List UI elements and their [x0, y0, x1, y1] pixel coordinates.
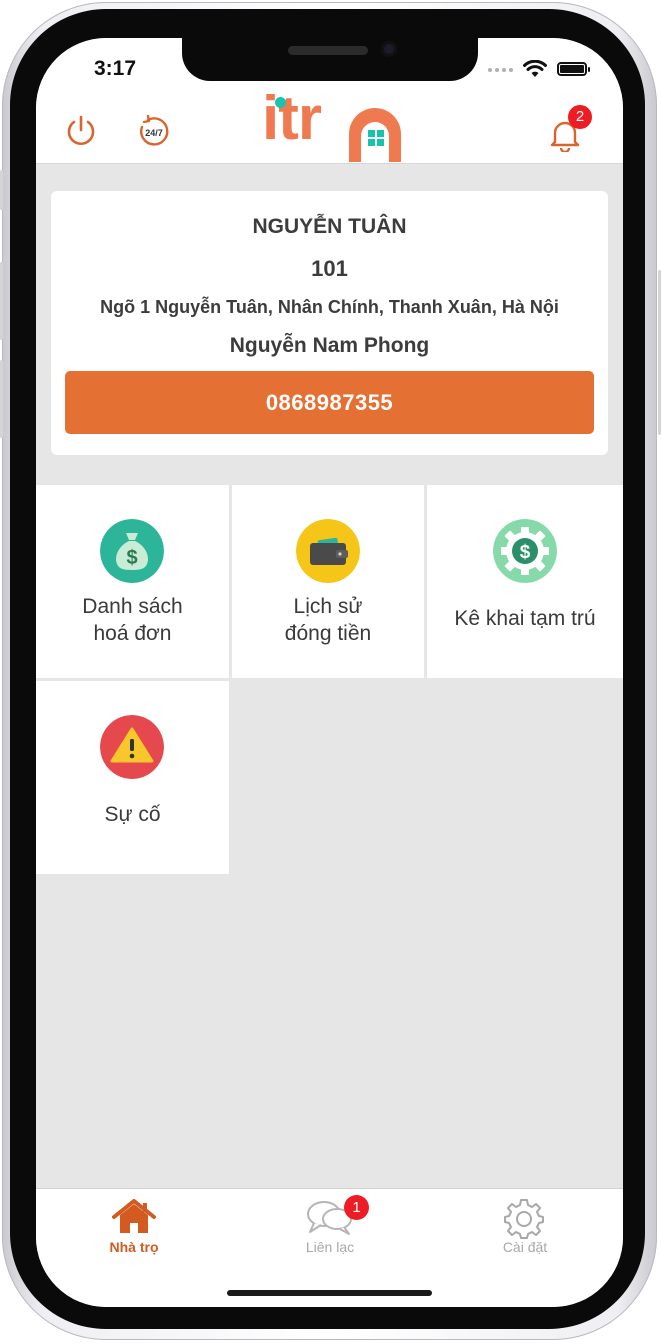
room-info-card: NGUYỄN TUÂN 101 Ngõ 1 Nguyễn Tuân, Nhân … [51, 191, 608, 455]
svg-text:$: $ [126, 547, 137, 569]
menu-label-line1: Danh sách [82, 595, 183, 618]
menu-label-line2: hoá đơn [93, 622, 172, 645]
money-bag-icon: $ [100, 519, 164, 583]
logo-text: itr [262, 84, 322, 153]
logo-dot [275, 97, 286, 108]
dollar-gear-icon: $ [493, 519, 557, 583]
menu-tile-invoices[interactable]: $ Danh sách hoá đơn [36, 485, 229, 678]
power-icon[interactable] [64, 114, 98, 148]
battery-icon [557, 62, 590, 76]
home-icon [112, 1199, 156, 1233]
menu-label: Kê khai tạm trú [454, 607, 596, 630]
room-number: 101 [311, 256, 348, 281]
owner-name: Nguyễn Nam Phong [229, 334, 430, 357]
tab-cai-dat[interactable]: Cài đặt [427, 1189, 623, 1269]
mute-switch [0, 170, 3, 210]
status-time: 3:17 [94, 57, 137, 80]
tab-label: Liên lạc [305, 1239, 355, 1255]
chat-badge: 1 [344, 1195, 369, 1220]
menu-tile-payment-history[interactable]: Lịch sử đóng tiền [232, 485, 424, 678]
call-phone-button[interactable]: 0868987355 [65, 371, 594, 434]
menu-label: Sự cố [104, 803, 161, 826]
support-247-icon[interactable]: 24/7 [136, 114, 172, 150]
front-camera [381, 41, 397, 57]
tab-lien-lac[interactable]: Liên lạc [232, 1189, 428, 1269]
menu-tile-residence-declaration[interactable]: $ Kê khai tạm trú [427, 485, 623, 678]
volume-down-button [0, 360, 3, 438]
menu-label-line1: Lịch sử [293, 595, 363, 618]
warning-icon [100, 715, 164, 779]
signal-icon [488, 68, 513, 72]
speaker [288, 46, 368, 55]
support-label: 24/7 [145, 128, 163, 138]
building-name: NGUYỄN TUÂN [252, 215, 407, 238]
svg-text:$: $ [520, 542, 531, 563]
tab-label: Nhà trọ [109, 1239, 159, 1255]
screen: 3:17 24/7 itr 2 NGUYỄN TUÂN 101 Ngõ 1 Ng… [36, 38, 623, 1307]
menu-tile-incidents[interactable]: Sự cố [36, 681, 229, 874]
wallet-icon [296, 519, 360, 583]
tab-nha-tro[interactable]: Nhà trọ [36, 1189, 232, 1269]
notch [182, 38, 478, 81]
wifi-icon [523, 60, 547, 77]
gear-icon [504, 1199, 544, 1239]
app-header: 24/7 itr 2 [36, 84, 623, 164]
notification-badge: 2 [568, 105, 592, 129]
address: Ngõ 1 Nguyễn Tuân, Nhân Chính, Thanh Xuâ… [100, 297, 559, 317]
home-indicator[interactable] [227, 1290, 432, 1296]
logo-house-icon [349, 108, 401, 162]
volume-up-button [0, 262, 3, 340]
tab-label: Cài đặt [502, 1239, 548, 1255]
menu-label-line2: đóng tiền [284, 622, 372, 645]
